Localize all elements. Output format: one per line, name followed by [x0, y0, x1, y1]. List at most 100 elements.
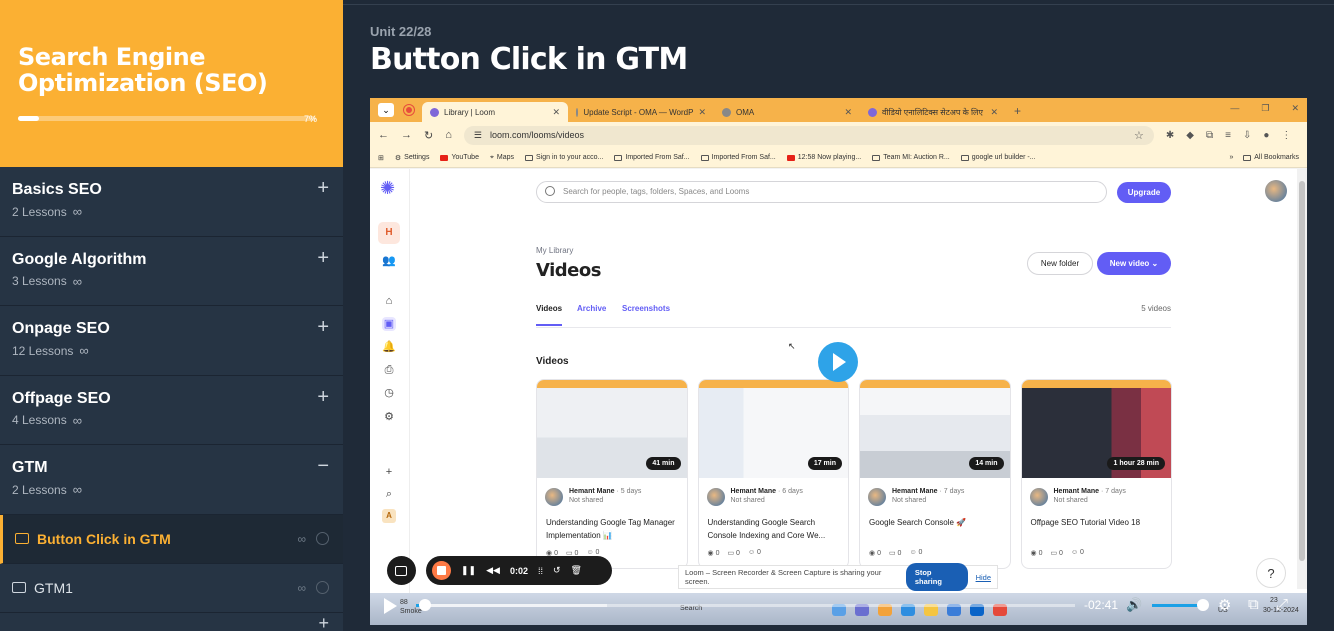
course-progress-bar: [18, 116, 316, 121]
lesson-title: Button Click in GTM: [370, 42, 688, 77]
posted-age: · 5 days: [616, 488, 642, 495]
video-lesson-icon: [12, 582, 26, 593]
browser-tab-loom: Library | Loom ✕: [422, 102, 568, 122]
duration-badge: 41 min: [646, 457, 681, 470]
tab-videos: Videos: [536, 304, 563, 326]
share-status: Not shared: [892, 497, 927, 504]
bookmark-item: ⌖ Maps: [489, 153, 515, 162]
video-title: Google Search Console 🚀: [869, 518, 967, 527]
google-icon: [960, 154, 969, 161]
settings-gear-icon[interactable]: ⚙: [1218, 596, 1231, 614]
play-icon[interactable]: [384, 598, 397, 614]
tab-label: वीडियो एनालिटिक्स सेटअप के लिए: [882, 107, 983, 117]
infinity-icon: ∞: [72, 273, 82, 289]
section-basics-seo[interactable]: Basics SEO 2 Lessons ∞ +: [0, 167, 343, 237]
seek-bar[interactable]: [416, 604, 1075, 607]
video-player[interactable]: ⌄ Library | Loom ✕ Update Script - OMA — …: [370, 98, 1307, 625]
video-stats: ◉ 0 ▭ 0 ☺ 0: [1031, 549, 1084, 557]
section-title: Offpage SEO: [12, 389, 111, 407]
expand-icon[interactable]: +: [317, 247, 329, 270]
section-google-algorithm[interactable]: Google Algorithm 3 Lessons ∞ +: [0, 237, 343, 306]
volume-icon[interactable]: 🔊: [1126, 597, 1142, 613]
duration-badge: 14 min: [969, 457, 1004, 470]
volume-slider[interactable]: [1152, 604, 1202, 607]
loom-recording-controls: ❚❚ ◀◀ 0:02 ⁞⁞ ↺ 🗑: [426, 556, 612, 585]
help-button: ?: [1256, 558, 1286, 588]
video-title: Understanding Google Search Console Inde…: [707, 518, 826, 540]
address-url: loom.com/looms/videos: [489, 130, 584, 140]
bookmark-item: Imported From Saf...: [700, 154, 776, 161]
top-divider: [343, 4, 1334, 5]
gear-icon: ⚙: [394, 154, 402, 162]
video-title: Offpage SEO Tutorial Video 18: [1030, 518, 1141, 527]
infinity-icon: ∞: [297, 580, 306, 595]
browser-tab-wordpress: Update Script - OMA — WordP ✕: [568, 102, 714, 122]
drag-handle-icon: ⁞⁞: [537, 565, 543, 576]
youtube-icon: [440, 154, 449, 161]
avatar: [1029, 488, 1048, 506]
section-onpage-seo[interactable]: Onpage SEO 12 Lessons ∞ +: [0, 306, 343, 376]
browser-toolbar: ← → ↻ ⌂ ☰ loom.com/looms/videos ☆ ✱ ◆ ⧉ …: [370, 122, 1307, 148]
video-thumbnail: 41 min: [537, 380, 687, 478]
restart-icon: ↺: [552, 565, 561, 575]
avatar: [545, 488, 563, 506]
seek-handle[interactable]: [419, 599, 431, 611]
tab-label: Library | Loom: [444, 107, 495, 117]
infinity-icon: ∞: [297, 531, 306, 546]
search-icon: ⌕: [385, 488, 393, 500]
infinity-icon: ∞: [79, 343, 89, 358]
section-gtm[interactable]: GTM 2 Lessons ∞ −: [0, 445, 343, 515]
expand-icon[interactable]: +: [317, 316, 329, 339]
reactions-icon: ☺ 0: [909, 549, 923, 556]
new-folder-button: New folder: [1027, 252, 1093, 275]
section-offpage-seo[interactable]: Offpage SEO 4 Lessons ∞ +: [0, 376, 343, 445]
collapse-icon[interactable]: −: [317, 455, 329, 478]
people-icon: 👥: [382, 255, 396, 267]
gear-icon: ⚙: [384, 411, 394, 423]
close-icon: ✕: [552, 106, 560, 117]
infinity-icon: ∞: [72, 482, 82, 497]
next-section-peek[interactable]: +: [0, 613, 343, 631]
address-bar: ☰ loom.com/looms/videos ☆: [463, 125, 1154, 145]
video-lesson-icon: [15, 533, 29, 544]
comments-icon: ▭ 0: [1050, 550, 1063, 557]
folder-icon: [1243, 154, 1252, 161]
lesson-item-button-click-in-gtm[interactable]: Button Click in GTM ∞: [0, 514, 343, 564]
close-icon: ✕: [990, 106, 998, 117]
home-icon: ⌂: [385, 295, 393, 307]
pip-icon[interactable]: ⧉: [1248, 596, 1259, 613]
infinity-icon: ∞: [72, 412, 82, 428]
video-title: Understanding Google Tag Manager Impleme…: [546, 518, 675, 540]
section-lesson-count: 4 Lessons: [12, 413, 67, 427]
volume-handle[interactable]: [1197, 599, 1209, 611]
expand-icon[interactable]: +: [318, 613, 329, 631]
bookmark-star-icon: ☆: [1134, 129, 1144, 142]
fullscreen-icon[interactable]: ⤢: [1276, 596, 1288, 613]
lesson-label: Button Click in GTM: [37, 530, 171, 547]
expand-icon[interactable]: +: [317, 386, 329, 409]
video-count: 5 videos: [1141, 304, 1171, 313]
expand-icon[interactable]: +: [317, 177, 329, 200]
loom-extension-icon: ✱: [1165, 129, 1175, 141]
views-icon: ◉ 0: [869, 550, 881, 557]
trash-icon: 🗑: [570, 565, 582, 575]
video-stats: ◉ 0 ▭ 0 ☺ 0: [708, 549, 761, 557]
video-thumbnail: 14 min: [860, 380, 1010, 478]
share-status: Not shared: [569, 497, 604, 504]
section-title: Google Algorithm: [12, 250, 147, 268]
tab-label: Update Script - OMA — WordP: [583, 107, 694, 117]
posted-age: · 7 days: [1100, 488, 1126, 495]
page-icon: [872, 154, 881, 161]
bookmark-item: 12:58 Now playing...: [786, 154, 861, 161]
completion-circle-icon[interactable]: [316, 581, 329, 594]
video-play-button[interactable]: [818, 342, 858, 382]
course-progress-fill: [18, 116, 39, 121]
search-icon: [545, 186, 555, 196]
lesson-item-gtm1[interactable]: GTM1 ∞: [0, 563, 343, 613]
breadcrumb: My Library: [536, 246, 574, 255]
avatar: [868, 488, 886, 506]
search-placeholder: Search for people, tags, folders, Spaces…: [563, 187, 750, 196]
loom-logo-icon: ✺: [380, 178, 396, 198]
loom-search-input: Search for people, tags, folders, Spaces…: [536, 181, 1107, 203]
completion-circle-icon[interactable]: [316, 532, 329, 545]
